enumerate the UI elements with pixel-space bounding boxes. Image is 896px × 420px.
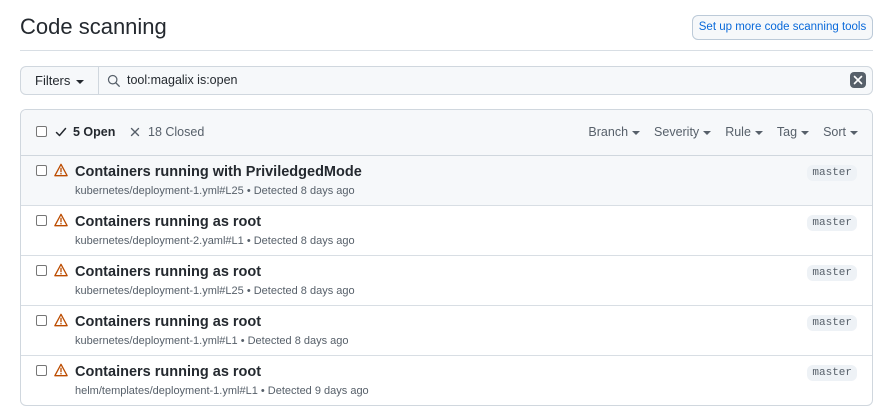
alert-checkbox[interactable] (36, 215, 47, 226)
branch-label: master (807, 215, 857, 231)
branch-label: master (807, 365, 857, 381)
x-icon (130, 127, 140, 137)
rule-menu[interactable]: Rule (725, 125, 763, 139)
alert-row: Containers running as root helm/template… (21, 356, 872, 405)
alert-meta: helm/templates/deployment-1.yml#L1 • Det… (75, 385, 369, 397)
alerts-list-header: 5 Open 18 Closed Branch Severity Rule Ta… (21, 110, 872, 156)
alert-meta: kubernetes/deployment-1.yml#L1 • Detecte… (75, 335, 349, 347)
search-icon (107, 74, 120, 87)
setup-code-scanning-button[interactable]: Set up more code scanning tools (692, 15, 873, 40)
alert-checkbox[interactable] (36, 265, 47, 276)
alert-meta: kubernetes/deployment-1.yml#L25 • Detect… (75, 185, 355, 197)
alert-row: Containers running as root kubernetes/de… (21, 206, 872, 256)
branch-menu[interactable]: Branch (588, 125, 641, 139)
chevron-down-icon (76, 79, 85, 84)
alert-row: Containers running with PriviledgedMode … (21, 156, 872, 206)
chevron-down-icon (632, 130, 641, 135)
branch-label: master (807, 265, 857, 281)
open-count-label: 5 Open (73, 125, 116, 139)
alert-row: Containers running as root kubernetes/de… (21, 256, 872, 306)
closed-filter[interactable]: 18 Closed (130, 125, 204, 139)
chevron-down-icon (850, 130, 858, 135)
alert-checkbox[interactable] (36, 165, 47, 176)
alert-row: Containers running as root kubernetes/de… (21, 306, 872, 356)
alert-icon (54, 363, 68, 377)
clear-search-button[interactable] (850, 72, 866, 88)
alert-icon (54, 313, 68, 327)
alerts-list: 5 Open 18 Closed Branch Severity Rule Ta… (20, 109, 873, 406)
sort-menu[interactable]: Sort (823, 125, 858, 139)
check-icon (55, 127, 67, 137)
alert-icon (54, 263, 68, 277)
search-input[interactable] (127, 67, 827, 94)
alert-meta: kubernetes/deployment-2.yaml#L1 • Detect… (75, 235, 355, 247)
page-title: Code scanning (20, 14, 167, 39)
severity-menu[interactable]: Severity (654, 125, 712, 139)
chevron-down-icon (754, 130, 763, 135)
alert-title[interactable]: Containers running as root (75, 314, 261, 330)
closed-count-label: 18 Closed (148, 125, 205, 139)
alert-icon (54, 163, 68, 177)
branch-label: master (807, 165, 857, 181)
filters-label: Filters (35, 73, 71, 88)
alert-title[interactable]: Containers running as root (75, 214, 261, 230)
alert-icon (54, 213, 68, 227)
alert-meta: kubernetes/deployment-1.yml#L25 • Detect… (75, 285, 355, 297)
page-header: Code scanning Set up more code scanning … (20, 0, 873, 51)
branch-label: master (807, 315, 857, 331)
open-filter[interactable]: 5 Open (55, 125, 115, 139)
close-icon (853, 75, 863, 85)
alert-title[interactable]: Containers running as root (75, 264, 261, 280)
alert-checkbox[interactable] (36, 315, 47, 326)
chevron-down-icon (801, 130, 810, 135)
filter-bar: Filters (20, 66, 873, 95)
select-all-checkbox[interactable] (36, 126, 47, 137)
filter-menus: Branch Severity Rule Tag Sort (588, 125, 858, 139)
chevron-down-icon (703, 130, 712, 135)
tag-menu[interactable]: Tag (777, 125, 810, 139)
alert-title[interactable]: Containers running with PriviledgedMode (75, 164, 362, 180)
alert-checkbox[interactable] (36, 365, 47, 376)
filters-button[interactable]: Filters (21, 67, 99, 94)
alert-title[interactable]: Containers running as root (75, 364, 261, 380)
